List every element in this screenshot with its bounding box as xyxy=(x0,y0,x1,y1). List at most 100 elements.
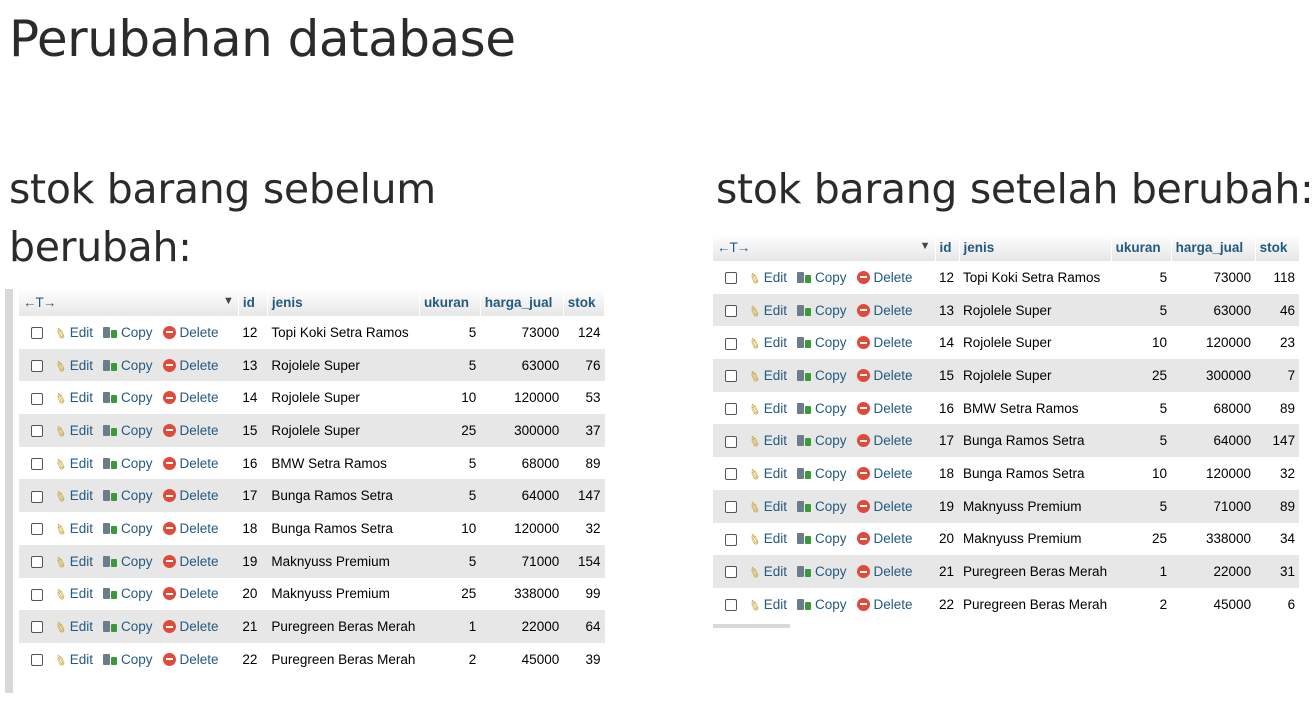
column-nav-header[interactable]: ←T→ ▼ xyxy=(713,234,936,261)
row-checkbox[interactable] xyxy=(31,359,43,372)
copy-link[interactable]: Copy xyxy=(797,466,847,481)
row-checkbox[interactable] xyxy=(725,435,737,448)
copy-link[interactable]: Copy xyxy=(797,368,847,383)
copy-link[interactable]: Copy xyxy=(797,597,847,612)
column-header-ukuran[interactable]: ukuran xyxy=(419,289,481,316)
delete-link[interactable]: Delete xyxy=(856,597,913,612)
delete-link[interactable]: Delete xyxy=(162,521,219,536)
row-checkbox[interactable] xyxy=(725,272,737,285)
row-checkbox[interactable] xyxy=(725,533,737,546)
column-header-id[interactable]: id xyxy=(238,289,268,316)
row-checkbox[interactable] xyxy=(725,304,737,317)
column-nav-header[interactable]: ←T→ ▼ xyxy=(19,289,239,316)
edit-link[interactable]: ✎Edit xyxy=(52,323,93,342)
row-checkbox[interactable] xyxy=(725,566,737,579)
edit-link[interactable]: ✎Edit xyxy=(746,268,787,287)
copy-link[interactable]: Copy xyxy=(103,358,153,373)
copy-link[interactable]: Copy xyxy=(103,456,153,471)
edit-link[interactable]: ✎Edit xyxy=(746,301,787,320)
column-header-ukuran[interactable]: ukuran xyxy=(1111,234,1172,261)
row-checkbox[interactable] xyxy=(31,458,43,471)
row-checkbox[interactable] xyxy=(31,392,43,405)
column-nav-arrows[interactable]: ←T→ xyxy=(23,295,56,310)
copy-link[interactable]: Copy xyxy=(103,423,153,438)
delete-link[interactable]: Delete xyxy=(162,586,219,601)
delete-link[interactable]: Delete xyxy=(856,433,913,448)
row-checkbox[interactable] xyxy=(725,501,737,514)
delete-link[interactable]: Delete xyxy=(856,368,913,383)
edit-link[interactable]: ✎Edit xyxy=(746,595,787,614)
delete-link[interactable]: Delete xyxy=(162,456,219,471)
edit-link[interactable]: ✎Edit xyxy=(746,530,787,549)
edit-link[interactable]: ✎Edit xyxy=(52,454,93,473)
column-nav-arrows[interactable]: ←T→ xyxy=(717,240,750,255)
edit-link[interactable]: ✎Edit xyxy=(746,399,787,418)
row-checkbox[interactable] xyxy=(31,588,43,601)
edit-link[interactable]: ✎Edit xyxy=(746,562,787,581)
scrollbar-stub[interactable] xyxy=(713,624,790,628)
edit-link[interactable]: ✎Edit xyxy=(746,432,787,451)
row-checkbox[interactable] xyxy=(725,403,737,416)
delete-link[interactable]: Delete xyxy=(856,564,913,579)
column-header-stok[interactable]: stok xyxy=(563,289,606,316)
row-checkbox[interactable] xyxy=(725,468,737,481)
copy-link[interactable]: Copy xyxy=(797,564,847,579)
column-header-harga-jual[interactable]: harga_jual xyxy=(480,289,564,316)
edit-link[interactable]: ✎Edit xyxy=(52,552,93,571)
row-checkbox[interactable] xyxy=(725,599,737,612)
delete-link[interactable]: Delete xyxy=(856,270,913,285)
copy-link[interactable]: Copy xyxy=(103,554,153,569)
copy-link[interactable]: Copy xyxy=(797,335,847,350)
copy-link[interactable]: Copy xyxy=(103,652,153,667)
copy-link[interactable]: Copy xyxy=(103,521,153,536)
delete-link[interactable]: Delete xyxy=(856,335,913,350)
delete-link[interactable]: Delete xyxy=(856,499,913,514)
delete-link[interactable]: Delete xyxy=(162,652,219,667)
edit-link[interactable]: ✎Edit xyxy=(52,356,93,375)
copy-link[interactable]: Copy xyxy=(797,531,847,546)
copy-link[interactable]: Copy xyxy=(103,390,153,405)
column-header-harga-jual[interactable]: harga_jual xyxy=(1171,234,1256,261)
copy-link[interactable]: Copy xyxy=(797,499,847,514)
edit-link[interactable]: ✎Edit xyxy=(52,650,93,669)
edit-link[interactable]: ✎Edit xyxy=(746,497,787,516)
copy-link[interactable]: Copy xyxy=(797,401,847,416)
edit-link[interactable]: ✎Edit xyxy=(746,366,787,385)
column-header-jenis[interactable]: jenis xyxy=(959,234,1112,261)
delete-link[interactable]: Delete xyxy=(162,423,219,438)
edit-link[interactable]: ✎Edit xyxy=(746,464,787,483)
sort-dropdown-icon[interactable]: ▼ xyxy=(920,240,931,252)
row-checkbox[interactable] xyxy=(31,556,43,569)
edit-link[interactable]: ✎Edit xyxy=(52,519,93,538)
row-checkbox[interactable] xyxy=(31,425,43,438)
copy-link[interactable]: Copy xyxy=(103,488,153,503)
column-header-jenis[interactable]: jenis xyxy=(267,289,420,316)
delete-link[interactable]: Delete xyxy=(162,488,219,503)
delete-link[interactable]: Delete xyxy=(162,619,219,634)
row-checkbox[interactable] xyxy=(31,327,43,340)
row-checkbox[interactable] xyxy=(725,337,737,350)
sort-dropdown-icon[interactable]: ▼ xyxy=(223,295,234,307)
delete-link[interactable]: Delete xyxy=(856,466,913,481)
edit-link[interactable]: ✎Edit xyxy=(746,334,787,353)
delete-link[interactable]: Delete xyxy=(162,554,219,569)
edit-link[interactable]: ✎Edit xyxy=(52,617,93,636)
column-header-stok[interactable]: stok xyxy=(1255,234,1300,261)
edit-link[interactable]: ✎Edit xyxy=(52,389,93,408)
delete-link[interactable]: Delete xyxy=(856,401,913,416)
edit-link[interactable]: ✎Edit xyxy=(52,585,93,604)
column-header-id[interactable]: id xyxy=(935,234,960,261)
row-checkbox[interactable] xyxy=(31,490,43,503)
delete-link[interactable]: Delete xyxy=(162,358,219,373)
edit-link[interactable]: ✎Edit xyxy=(52,421,93,440)
copy-link[interactable]: Copy xyxy=(797,303,847,318)
row-checkbox[interactable] xyxy=(725,370,737,383)
copy-link[interactable]: Copy xyxy=(797,433,847,448)
delete-link[interactable]: Delete xyxy=(162,325,219,340)
row-checkbox[interactable] xyxy=(31,654,43,667)
copy-link[interactable]: Copy xyxy=(103,619,153,634)
delete-link[interactable]: Delete xyxy=(856,531,913,546)
row-checkbox[interactable] xyxy=(31,621,43,634)
copy-link[interactable]: Copy xyxy=(797,270,847,285)
copy-link[interactable]: Copy xyxy=(103,586,153,601)
